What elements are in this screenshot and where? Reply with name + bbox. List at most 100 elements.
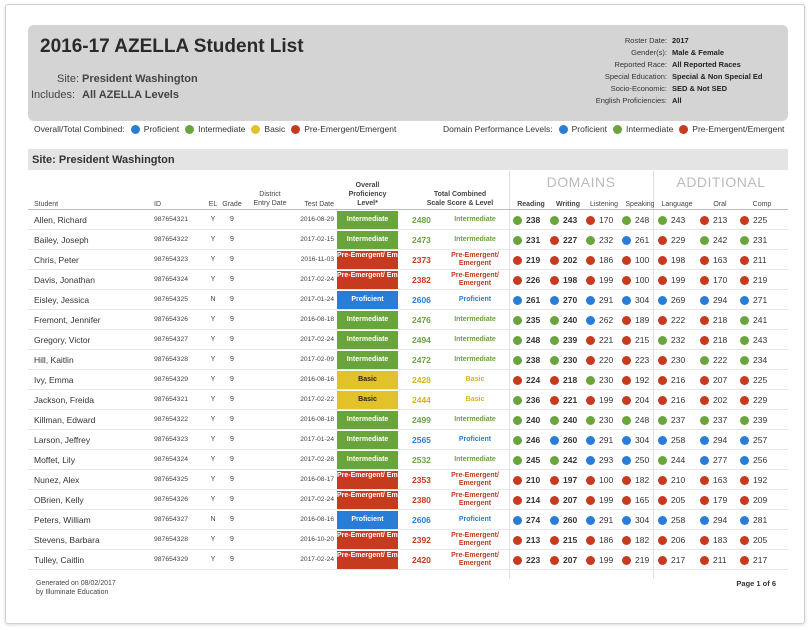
- level-dot-icon: [622, 335, 631, 345]
- el-flag: N: [210, 516, 216, 523]
- listening-score: 220: [586, 350, 622, 370]
- col-total-2: Scale Score & Level: [426, 200, 494, 207]
- table-row[interactable]: Ivy, Emma 987654329 Y 9 2016-08-16 Basic 2428 B…: [28, 370, 788, 390]
- table-row[interactable]: Killman, Edward 987654322 Y 9 2016-08-18 Inte…: [28, 410, 788, 430]
- domain-score: 230: [599, 415, 614, 425]
- table-row[interactable]: Larson, Jeffrey 987654323 Y 9 2017-01-24 Inte…: [28, 430, 788, 450]
- reading-score: 210: [513, 470, 549, 490]
- level-dot-icon: [550, 495, 559, 505]
- domain-score: 202: [563, 255, 578, 265]
- filter-label: Gender(s):: [631, 48, 667, 57]
- speaking-score: 204: [622, 390, 658, 410]
- level-dot-icon: [622, 355, 631, 365]
- level-dot-icon: [740, 515, 749, 525]
- domain-score: 222: [671, 315, 686, 325]
- test-date: 2017-01-24: [300, 296, 334, 303]
- el-flag: Y: [210, 256, 216, 263]
- domain-score: 209: [753, 495, 768, 505]
- student-name: Killman, Edward: [34, 415, 96, 425]
- oral-score: 294: [700, 430, 736, 450]
- domain-score: 231: [526, 235, 541, 245]
- overall-level-badge: Intermediate: [337, 451, 398, 469]
- comp-score: 205: [740, 530, 776, 550]
- level-dot-icon: [550, 535, 559, 545]
- level-dot-icon: [586, 315, 595, 325]
- domain-score: 274: [526, 515, 541, 525]
- legend-item: Intermediate: [613, 124, 673, 134]
- table-row[interactable]: Gregory, Victor 987654327 Y 9 2017-02-24 Inte…: [28, 330, 788, 350]
- reading-score: 223: [513, 550, 549, 570]
- scale-score-level: Intermediate: [454, 236, 496, 243]
- level-dot-icon: [740, 395, 749, 405]
- overall-level-badge: Basic: [337, 371, 398, 389]
- table-row[interactable]: Moffet, Lily 987654324 Y 9 2017-02-28 Interme…: [28, 450, 788, 470]
- level-dot-icon: [586, 455, 595, 465]
- level-dot-icon: [700, 295, 709, 305]
- student-id: 987654326: [154, 316, 189, 323]
- table-row[interactable]: Allen, Richard 987654321 Y 9 2016-08-29 Inter…: [28, 210, 788, 230]
- language-score: 230: [658, 350, 694, 370]
- filter-row: Socio-Economic: SED & Not SED: [517, 83, 770, 95]
- table-row[interactable]: Eisley, Jessica 987654325 N 9 2017-01-24 Prof…: [28, 290, 788, 310]
- language-score: 205: [658, 490, 694, 510]
- domain-score: 100: [599, 475, 614, 485]
- speaking-score: 304: [622, 510, 658, 530]
- domain-score: 189: [635, 315, 650, 325]
- overall-level-badge: Intermediate: [337, 431, 398, 449]
- listening-score: 221: [586, 330, 622, 350]
- domain-score: 237: [671, 415, 686, 425]
- listening-score: 199: [586, 390, 622, 410]
- domain-score: 230: [599, 375, 614, 385]
- table-row[interactable]: Fremont, Jennifer 987654326 Y 9 2016-08-18 In…: [28, 310, 788, 330]
- level-dot-icon: [700, 375, 709, 385]
- listening-score: 230: [586, 410, 622, 430]
- domain-score: 179: [713, 495, 728, 505]
- student-id: 987654329: [154, 376, 189, 383]
- table-row[interactable]: Jackson, Freida 987654321 Y 9 2017-02-22 Basi…: [28, 390, 788, 410]
- grade: 9: [230, 416, 234, 423]
- table-row[interactable]: Peters, William 987654327 N 9 2016-08-16 Prof…: [28, 510, 788, 530]
- reading-score: 274: [513, 510, 549, 530]
- writing-score: 242: [550, 450, 586, 470]
- table-row[interactable]: Nunez, Alex 987654325 Y 9 2016-08-17 Pre-Emer…: [28, 470, 788, 490]
- level-dot-icon: [700, 315, 709, 325]
- col-language: Language: [661, 201, 693, 208]
- student-id: 987654328: [154, 536, 189, 543]
- table-row[interactable]: Davis, Jonathan 987654324 Y 9 2017-02-24 Pre-…: [28, 270, 788, 290]
- level-dot-icon: [513, 295, 522, 305]
- level-dot-icon: [700, 395, 709, 405]
- grade: 9: [230, 396, 234, 403]
- grade: 9: [230, 556, 234, 563]
- test-date: 2016-08-18: [300, 316, 334, 323]
- overall-level-badge: Intermediate: [337, 331, 398, 349]
- domain-score: 165: [635, 495, 650, 505]
- scale-score-level: Proficient: [458, 296, 492, 303]
- level-dot-icon: [740, 415, 749, 425]
- scale-score-level: Pre-Emergent/ Emergent: [451, 251, 499, 268]
- oral-score: 211: [700, 550, 736, 570]
- col-oral: Oral: [713, 201, 727, 208]
- table-row[interactable]: Chris, Peter 987654323 Y 9 2016-11-03 Pre-Eme…: [28, 250, 788, 270]
- writing-score: 207: [550, 550, 586, 570]
- el-flag: Y: [210, 436, 216, 443]
- table-row[interactable]: Stevens, Barbara 987654328 Y 9 2016-10-20 Pre…: [28, 530, 788, 550]
- language-score: 222: [658, 310, 694, 330]
- domain-score: 237: [713, 415, 728, 425]
- legend-label: Proficient: [143, 124, 180, 134]
- col-overall-1: Overall: [355, 182, 380, 189]
- table-row[interactable]: Hill, Kaitlin 987654328 Y 9 2017-02-09 Interm…: [28, 350, 788, 370]
- domain-score: 294: [713, 295, 728, 305]
- table-row[interactable]: Bailey, Joseph 987654322 Y 9 2017-02-15 Inter…: [28, 230, 788, 250]
- level-dot-icon: [658, 455, 667, 465]
- col-student: Student: [34, 201, 59, 208]
- legend-overall: Overall/Total Combined: Proficient Interm…: [34, 124, 396, 134]
- legend-item: Pre-Emergent/Emergent: [291, 124, 396, 134]
- writing-score: 270: [550, 290, 586, 310]
- reading-score: 231: [513, 230, 549, 250]
- table-row[interactable]: OBrien, Kelly 987654326 Y 9 2017-02-24 Pre-Em…: [28, 490, 788, 510]
- status-dot-icon: [130, 124, 140, 134]
- domain-score: 223: [635, 355, 650, 365]
- table-row[interactable]: Tulley, Caitlin 987654329 Y 9 2017-02-24 Pre-…: [28, 550, 788, 570]
- domain-score: 304: [635, 435, 650, 445]
- level-dot-icon: [622, 415, 631, 425]
